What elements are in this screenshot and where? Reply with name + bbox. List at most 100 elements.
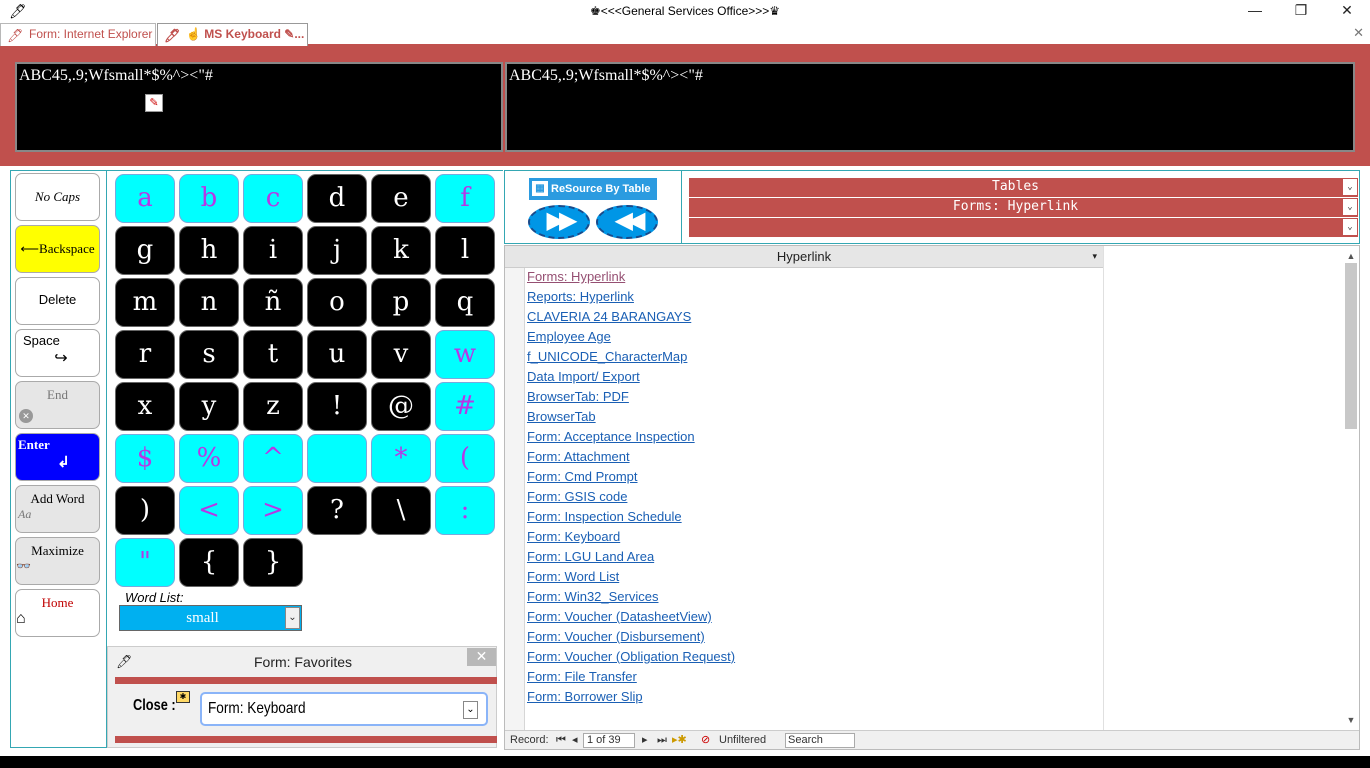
hyperlink-row[interactable]: Form: Voucher (Disbursement) (527, 627, 705, 647)
key-button[interactable]: p (371, 278, 431, 327)
first-record-icon[interactable]: ⏮ (556, 731, 566, 749)
close-window-button[interactable]: ✕ (1324, 0, 1370, 22)
key-button[interactable]: u (307, 330, 367, 379)
previous-record-icon[interactable]: ◂ (572, 731, 578, 749)
scroll-up-icon[interactable]: ▲ (1343, 249, 1359, 263)
key-button[interactable]: < (179, 486, 239, 535)
key-button[interactable]: # (435, 382, 495, 431)
enter-button[interactable]: Enter ↲ (15, 433, 100, 481)
hyperlink-row[interactable]: f_UNICODE_CharacterMap (527, 347, 687, 367)
key-button[interactable]: j (307, 226, 367, 275)
last-record-icon[interactable]: ⏭ (657, 731, 667, 749)
key-button[interactable]: " (115, 538, 175, 587)
key-button[interactable]: r (115, 330, 175, 379)
hyperlink-row[interactable]: Forms: Hyperlink (527, 267, 625, 287)
favorites-combo[interactable]: Form: Keyboard ⌄ (200, 692, 488, 726)
key-button[interactable]: ( (435, 434, 495, 483)
chevron-down-icon[interactable]: ⌄ (1343, 219, 1357, 235)
key-button[interactable]: y (179, 382, 239, 431)
hyperlink-row[interactable]: Form: LGU Land Area (527, 547, 654, 567)
text-input-right[interactable]: ABC45,.9;Wfsmall*$%^><"# (505, 62, 1355, 152)
key-button[interactable]: f (435, 174, 495, 223)
key-button[interactable]: ! (307, 382, 367, 431)
filter-status[interactable]: Unfiltered (719, 731, 766, 749)
key-button[interactable]: a (115, 174, 175, 223)
key-button[interactable] (307, 434, 367, 483)
hyperlink-row[interactable]: Form: File Transfer (527, 667, 637, 687)
chevron-down-icon[interactable]: ⌄ (285, 607, 300, 629)
restore-button[interactable]: ❐ (1278, 0, 1324, 22)
hyperlink-row[interactable]: Form: Voucher (Obligation Request) (527, 647, 735, 667)
record-selector-column[interactable] (505, 268, 525, 730)
key-button[interactable]: } (243, 538, 303, 587)
next-record-icon[interactable]: ▸ (642, 731, 648, 749)
chevron-down-icon[interactable]: ⌄ (1343, 199, 1357, 215)
chevron-down-icon[interactable]: ⌄ (1343, 179, 1357, 195)
text-input-left[interactable]: ABC45,.9;Wfsmall*$%^><"# ✎ (15, 62, 503, 152)
end-button[interactable]: End ✕ (15, 381, 100, 429)
hyperlink-row[interactable]: Form: Attachment (527, 447, 630, 467)
new-record-icon[interactable]: ▸✱ (672, 731, 687, 749)
memo-icon[interactable]: ✎ (145, 94, 163, 112)
key-button[interactable]: % (179, 434, 239, 483)
key-button[interactable]: w (435, 330, 495, 379)
folder-icon[interactable]: ✱ (176, 691, 190, 703)
hyperlink-row[interactable]: Form: Cmd Prompt (527, 467, 638, 487)
key-button[interactable]: * (371, 434, 431, 483)
search-input[interactable]: Search (785, 733, 855, 748)
tab-ms-keyboard[interactable]: 🖊 ☝ MS Keyboard ✎... (157, 23, 308, 46)
key-button[interactable]: t (243, 330, 303, 379)
forms-combo[interactable]: Forms: Hyperlink ⌄ (689, 198, 1358, 217)
backspace-button[interactable]: ⟵Backspace (15, 225, 100, 273)
key-button[interactable]: g (115, 226, 175, 275)
word-list-combo[interactable]: small ⌄ (119, 605, 302, 631)
hyperlink-row[interactable]: Reports: Hyperlink (527, 287, 634, 307)
vertical-scrollbar[interactable]: ▲ ▼ (1343, 249, 1359, 729)
key-button[interactable]: ? (307, 486, 367, 535)
key-button[interactable]: c (243, 174, 303, 223)
space-button[interactable]: Space ↪ (15, 329, 100, 377)
key-button[interactable]: k (371, 226, 431, 275)
maximize-button[interactable]: Maximize 👓 (15, 537, 100, 585)
key-button[interactable]: : (435, 486, 495, 535)
key-button[interactable]: > (243, 486, 303, 535)
key-button[interactable]: o (307, 278, 367, 327)
key-button[interactable]: s (179, 330, 239, 379)
hyperlink-row[interactable]: Form: Inspection Schedule (527, 507, 682, 527)
hyperlink-row[interactable]: Form: Borrower Slip (527, 687, 643, 707)
sort-dropdown-icon[interactable]: ▾ (1092, 246, 1097, 267)
hyperlink-row[interactable]: Data Import/ Export (527, 367, 640, 387)
key-button[interactable]: e (371, 174, 431, 223)
key-button[interactable]: z (243, 382, 303, 431)
chevron-down-icon[interactable]: ⌄ (463, 701, 478, 719)
tables-combo[interactable]: Tables ⌄ (689, 178, 1358, 197)
no-caps-button[interactable]: No Caps (15, 173, 100, 221)
key-button[interactable]: ñ (243, 278, 303, 327)
tab-internet-explorer[interactable]: 🖊 Form: Internet Explorer (0, 23, 156, 46)
hyperlink-row[interactable]: Form: Keyboard (527, 527, 620, 547)
home-button[interactable]: Home ⌂ (15, 589, 100, 637)
key-button[interactable]: \ (371, 486, 431, 535)
hyperlink-row[interactable]: Form: Voucher (DatasheetView) (527, 607, 712, 627)
resource-by-table-button[interactable]: ▦ ReSource By Table (529, 178, 657, 200)
hyperlink-row[interactable]: Form: Win32_Services (527, 587, 658, 607)
minimize-button[interactable]: — (1232, 0, 1278, 22)
key-button[interactable]: d (307, 174, 367, 223)
hyperlink-row[interactable]: CLAVERIA 24 BARANGAYS (527, 307, 691, 327)
key-button[interactable]: h (179, 226, 239, 275)
close-tab-icon[interactable]: ✕ (1353, 25, 1364, 41)
key-button[interactable]: ) (115, 486, 175, 535)
key-button[interactable]: { (179, 538, 239, 587)
key-button[interactable]: @ (371, 382, 431, 431)
scroll-thumb[interactable] (1345, 263, 1357, 429)
current-record-input[interactable]: 1 of 39 (583, 733, 635, 748)
key-button[interactable]: i (243, 226, 303, 275)
delete-button[interactable]: Delete (15, 277, 100, 325)
key-button[interactable]: x (115, 382, 175, 431)
key-button[interactable]: n (179, 278, 239, 327)
key-button[interactable]: b (179, 174, 239, 223)
key-button[interactable]: q (435, 278, 495, 327)
hyperlink-row[interactable]: Form: GSIS code (527, 487, 627, 507)
favorites-close-button[interactable]: ✕ (467, 648, 496, 666)
key-button[interactable]: $ (115, 434, 175, 483)
